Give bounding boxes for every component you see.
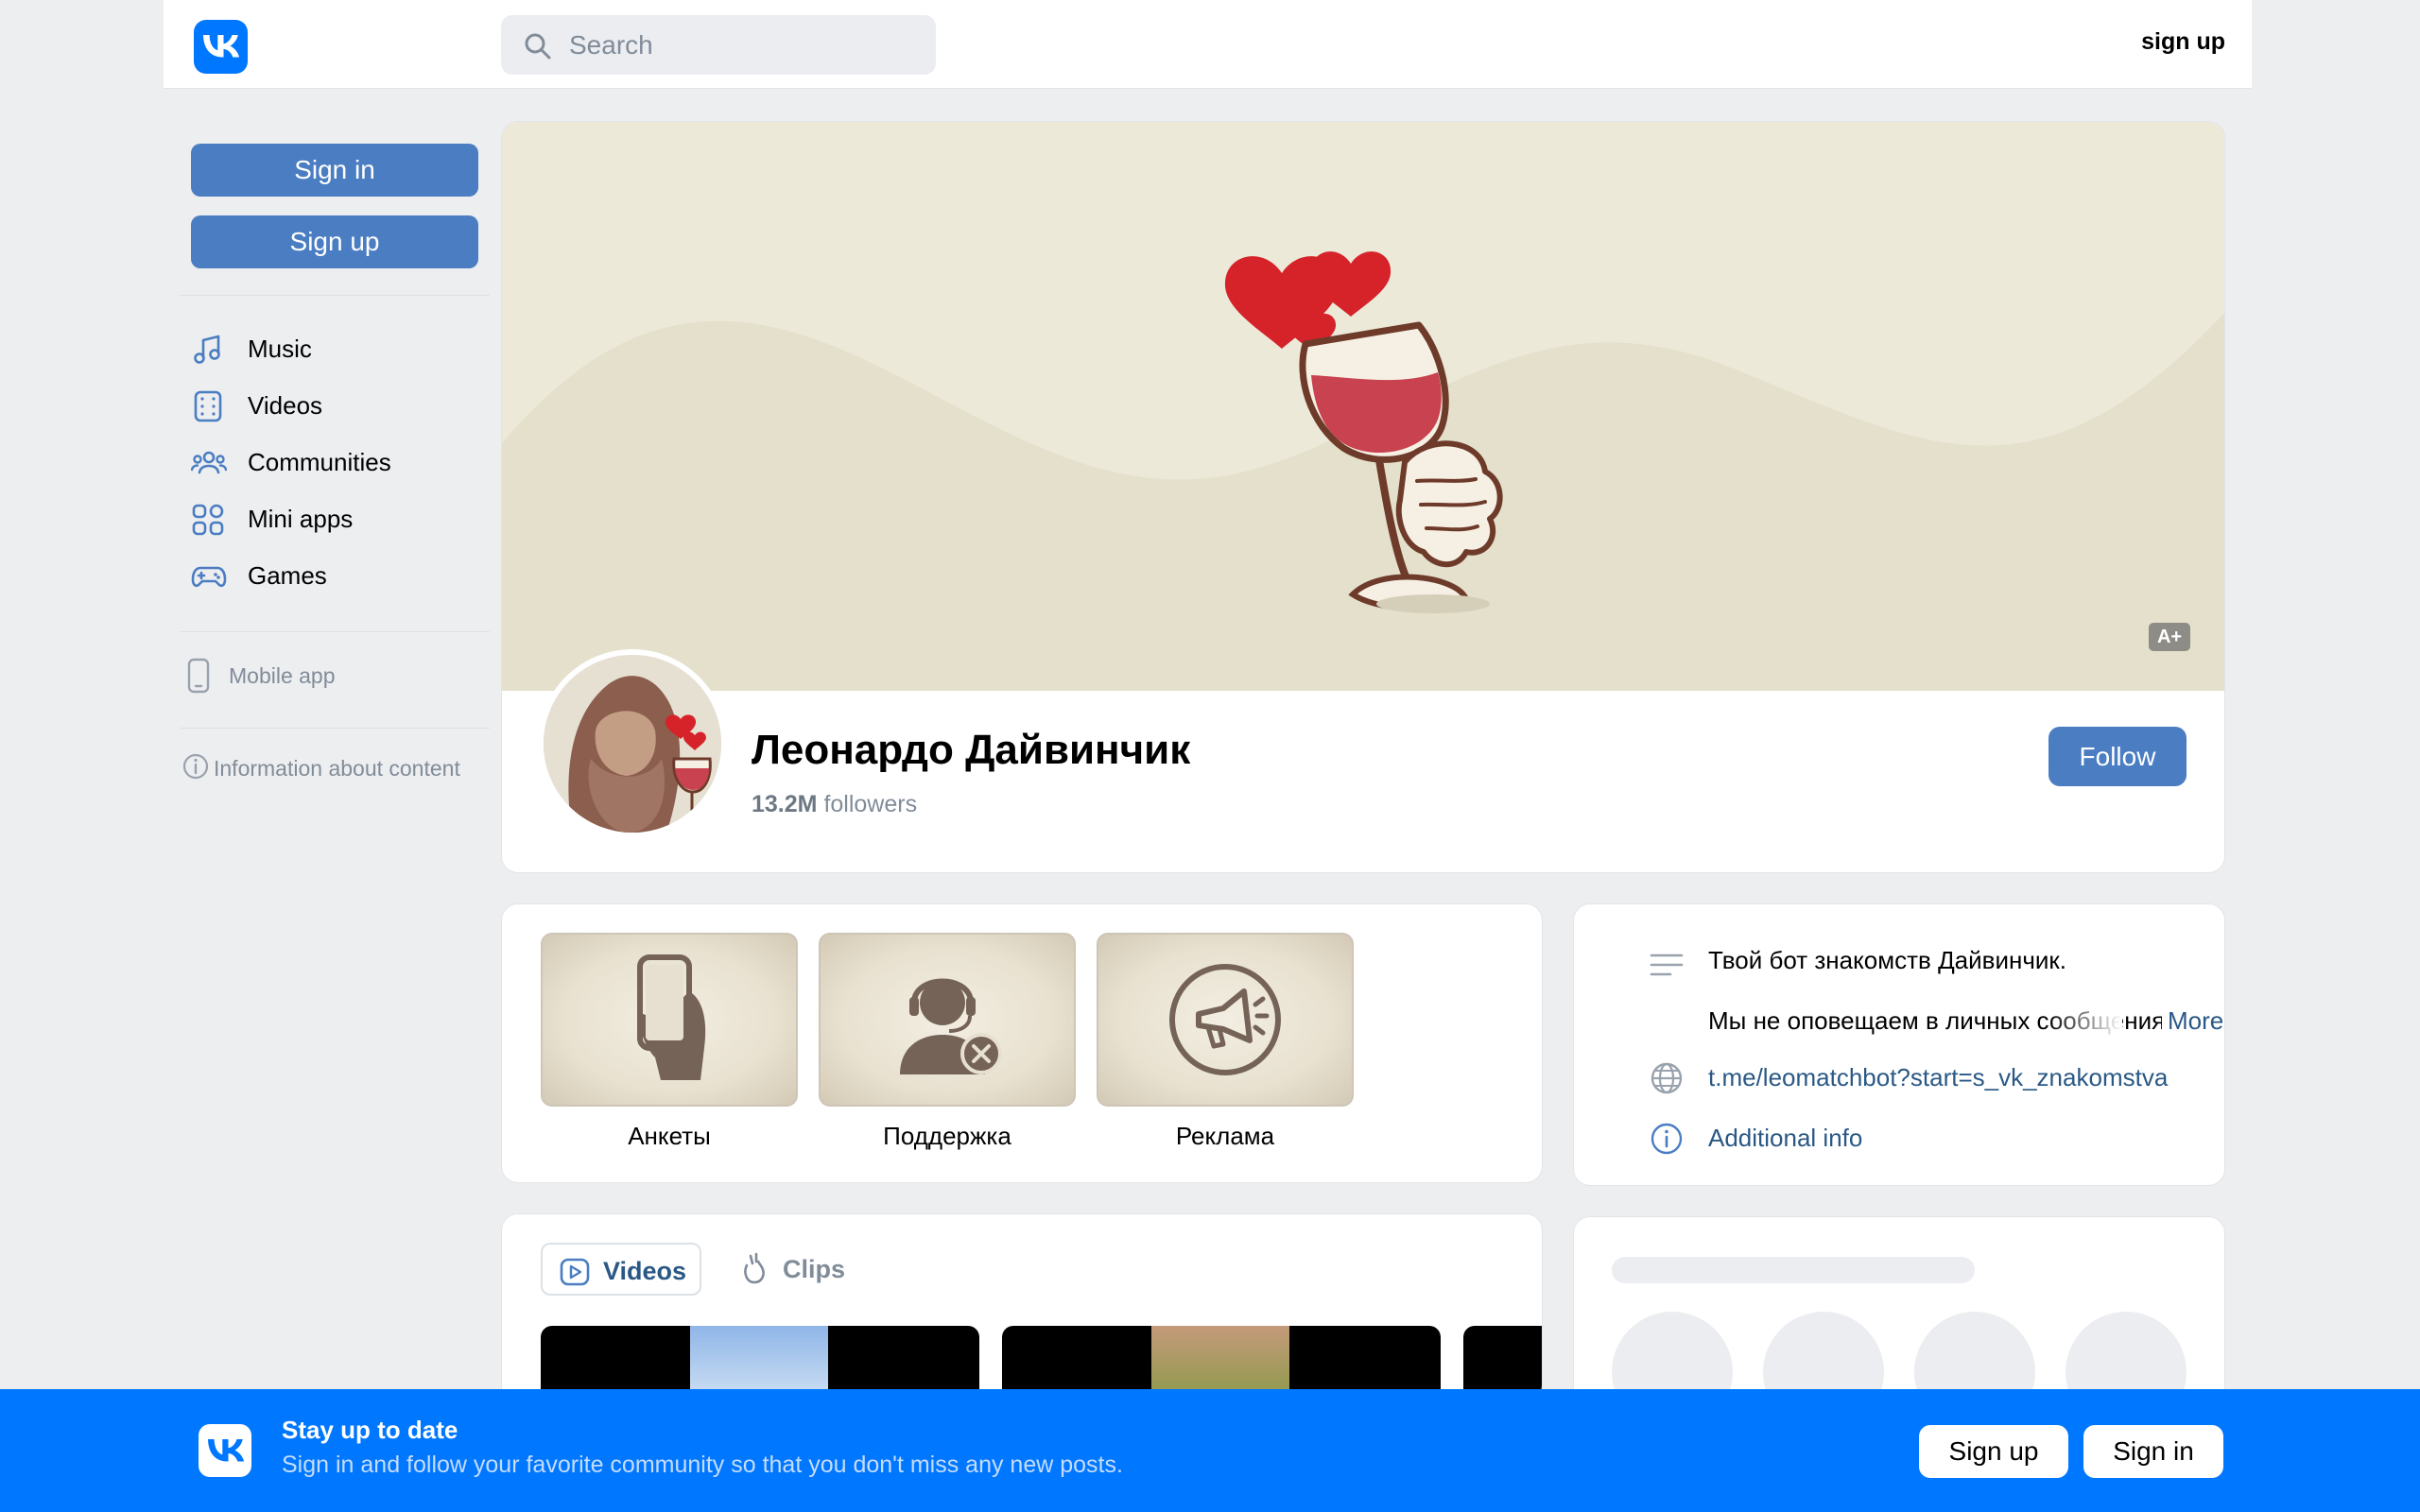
website-link[interactable]: t.me/leomatchbot?start=s_vk_znakomstva	[1708, 1063, 2168, 1092]
website-row: t.me/leomatchbot?start=s_vk_znakomstva	[1612, 1059, 2217, 1097]
signup-banner: Stay up to date Sign in and follow your …	[0, 1389, 2420, 1512]
link-tile-label: Поддержка	[883, 1122, 1011, 1150]
mobile-app-label: Mobile app	[229, 663, 336, 688]
avatar[interactable]	[538, 649, 727, 838]
text-fade	[2047, 1003, 2122, 1040]
communities-icon	[191, 451, 227, 474]
sidebar-item-mini-apps[interactable]: Mini apps	[191, 495, 475, 542]
description-line-1: Твой бот знакомств Дайвинчик.	[1708, 946, 2067, 974]
sidebar-divider	[180, 631, 490, 632]
tab-videos[interactable]: Videos	[541, 1243, 701, 1296]
mobile-app-link[interactable]: Mobile app	[185, 658, 469, 696]
skeleton-line	[1612, 1257, 1975, 1283]
tab-clips[interactable]: Clips	[722, 1243, 864, 1296]
description-row: Твой бот знакомств Дайвинчик.	[1612, 942, 2217, 980]
support-agent-icon	[900, 978, 1002, 1074]
sidebar-item-label: Mini apps	[248, 505, 354, 533]
phone-hand-icon	[637, 954, 706, 1080]
search-icon	[525, 33, 551, 60]
info-icon	[1651, 1123, 1683, 1155]
video-play-icon	[560, 1258, 590, 1286]
avatar-portrait-illustration	[544, 655, 721, 833]
more-link[interactable]: More	[2162, 1006, 2224, 1036]
profile-card: A+ Леонардо Дайвинчик 13.2M followers Fo…	[501, 121, 2225, 873]
followers-word: followers	[823, 791, 918, 817]
link-thumbnail	[1097, 933, 1354, 1107]
videos-icon	[194, 390, 222, 422]
link-thumbnail	[541, 933, 798, 1107]
link-tile-label: Реклама	[1175, 1122, 1275, 1150]
sidebar-divider	[180, 728, 490, 729]
avatar-image	[544, 655, 721, 833]
sidebar-item-label: Music	[248, 335, 312, 363]
vk-logo[interactable]	[194, 20, 248, 74]
clips-icon	[744, 1252, 765, 1284]
vk-logo-icon	[203, 35, 240, 58]
cover-illustration	[502, 122, 2224, 691]
sidebar-item-videos[interactable]: Videos	[191, 382, 475, 429]
media-card: Videos Clips	[501, 1213, 1543, 1402]
top-bar-panel	[164, 0, 2252, 89]
games-icon	[191, 566, 227, 588]
vk-logo-icon	[208, 1439, 245, 1462]
content-info-label: Information about content	[214, 756, 460, 781]
sidebar-divider	[180, 295, 490, 296]
additional-info-link[interactable]: Additional info	[1708, 1124, 1862, 1153]
sidebar-item-label: Communities	[248, 448, 391, 476]
sign-up-button[interactable]: Sign up	[191, 215, 478, 268]
age-rating-badge: A+	[2149, 623, 2190, 651]
search-bar[interactable]	[501, 15, 936, 75]
description-row-2: Мы не оповещаем в личных сообщениях More	[1612, 1003, 2224, 1040]
tab-label: Videos	[603, 1257, 687, 1285]
sidebar-item-music[interactable]: Music	[191, 325, 475, 372]
link-tile-podderzhka[interactable]: Поддержка	[819, 933, 1076, 1151]
music-icon	[194, 335, 220, 364]
link-thumbnail	[819, 933, 1076, 1107]
additional-info-row: Additional info	[1612, 1120, 2217, 1158]
banner-title: Stay up to date	[282, 1416, 458, 1444]
sidebar-item-label: Games	[248, 561, 327, 590]
followers-count[interactable]: 13.2M followers	[752, 791, 917, 818]
sidebar-item-communities[interactable]: Communities	[191, 438, 475, 486]
community-name: Леонардо Дайвинчик	[752, 727, 1191, 773]
tab-label: Clips	[783, 1255, 846, 1283]
signup-link[interactable]: sign up	[2141, 28, 2225, 56]
followers-number: 13.2M	[752, 791, 818, 817]
banner-sign-up-button[interactable]: Sign up	[1919, 1425, 2068, 1478]
links-card: Анкеты Поддержка Реклама	[501, 903, 1543, 1183]
smartphone-icon	[187, 658, 210, 694]
sign-in-button[interactable]: Sign in	[191, 144, 478, 197]
cover-image	[502, 122, 2224, 691]
follow-button[interactable]: Follow	[2048, 727, 2187, 786]
link-tile-ankety[interactable]: Анкеты	[541, 933, 798, 1151]
banner-sign-in-button[interactable]: Sign in	[2083, 1425, 2223, 1478]
sidebar-item-label: Videos	[248, 391, 323, 420]
text-lines-icon	[1650, 954, 1684, 976]
search-input[interactable]	[569, 15, 919, 75]
globe-icon	[1651, 1062, 1683, 1094]
about-card: Твой бот знакомств Дайвинчик. Мы не опов…	[1573, 903, 2225, 1186]
content-info-link[interactable]: Information about content	[182, 752, 484, 786]
loading-card	[1573, 1216, 2225, 1405]
link-tile-label: Анкеты	[628, 1122, 711, 1150]
vk-logo	[199, 1424, 251, 1477]
top-bar	[0, 0, 2420, 89]
sidebar-item-games[interactable]: Games	[191, 552, 475, 599]
megaphone-icon	[1169, 964, 1281, 1075]
link-tile-reklama[interactable]: Реклама	[1097, 933, 1354, 1151]
info-icon	[182, 753, 209, 780]
banner-subtitle: Sign in and follow your favorite communi…	[282, 1452, 1123, 1478]
mini-apps-icon	[192, 504, 224, 536]
